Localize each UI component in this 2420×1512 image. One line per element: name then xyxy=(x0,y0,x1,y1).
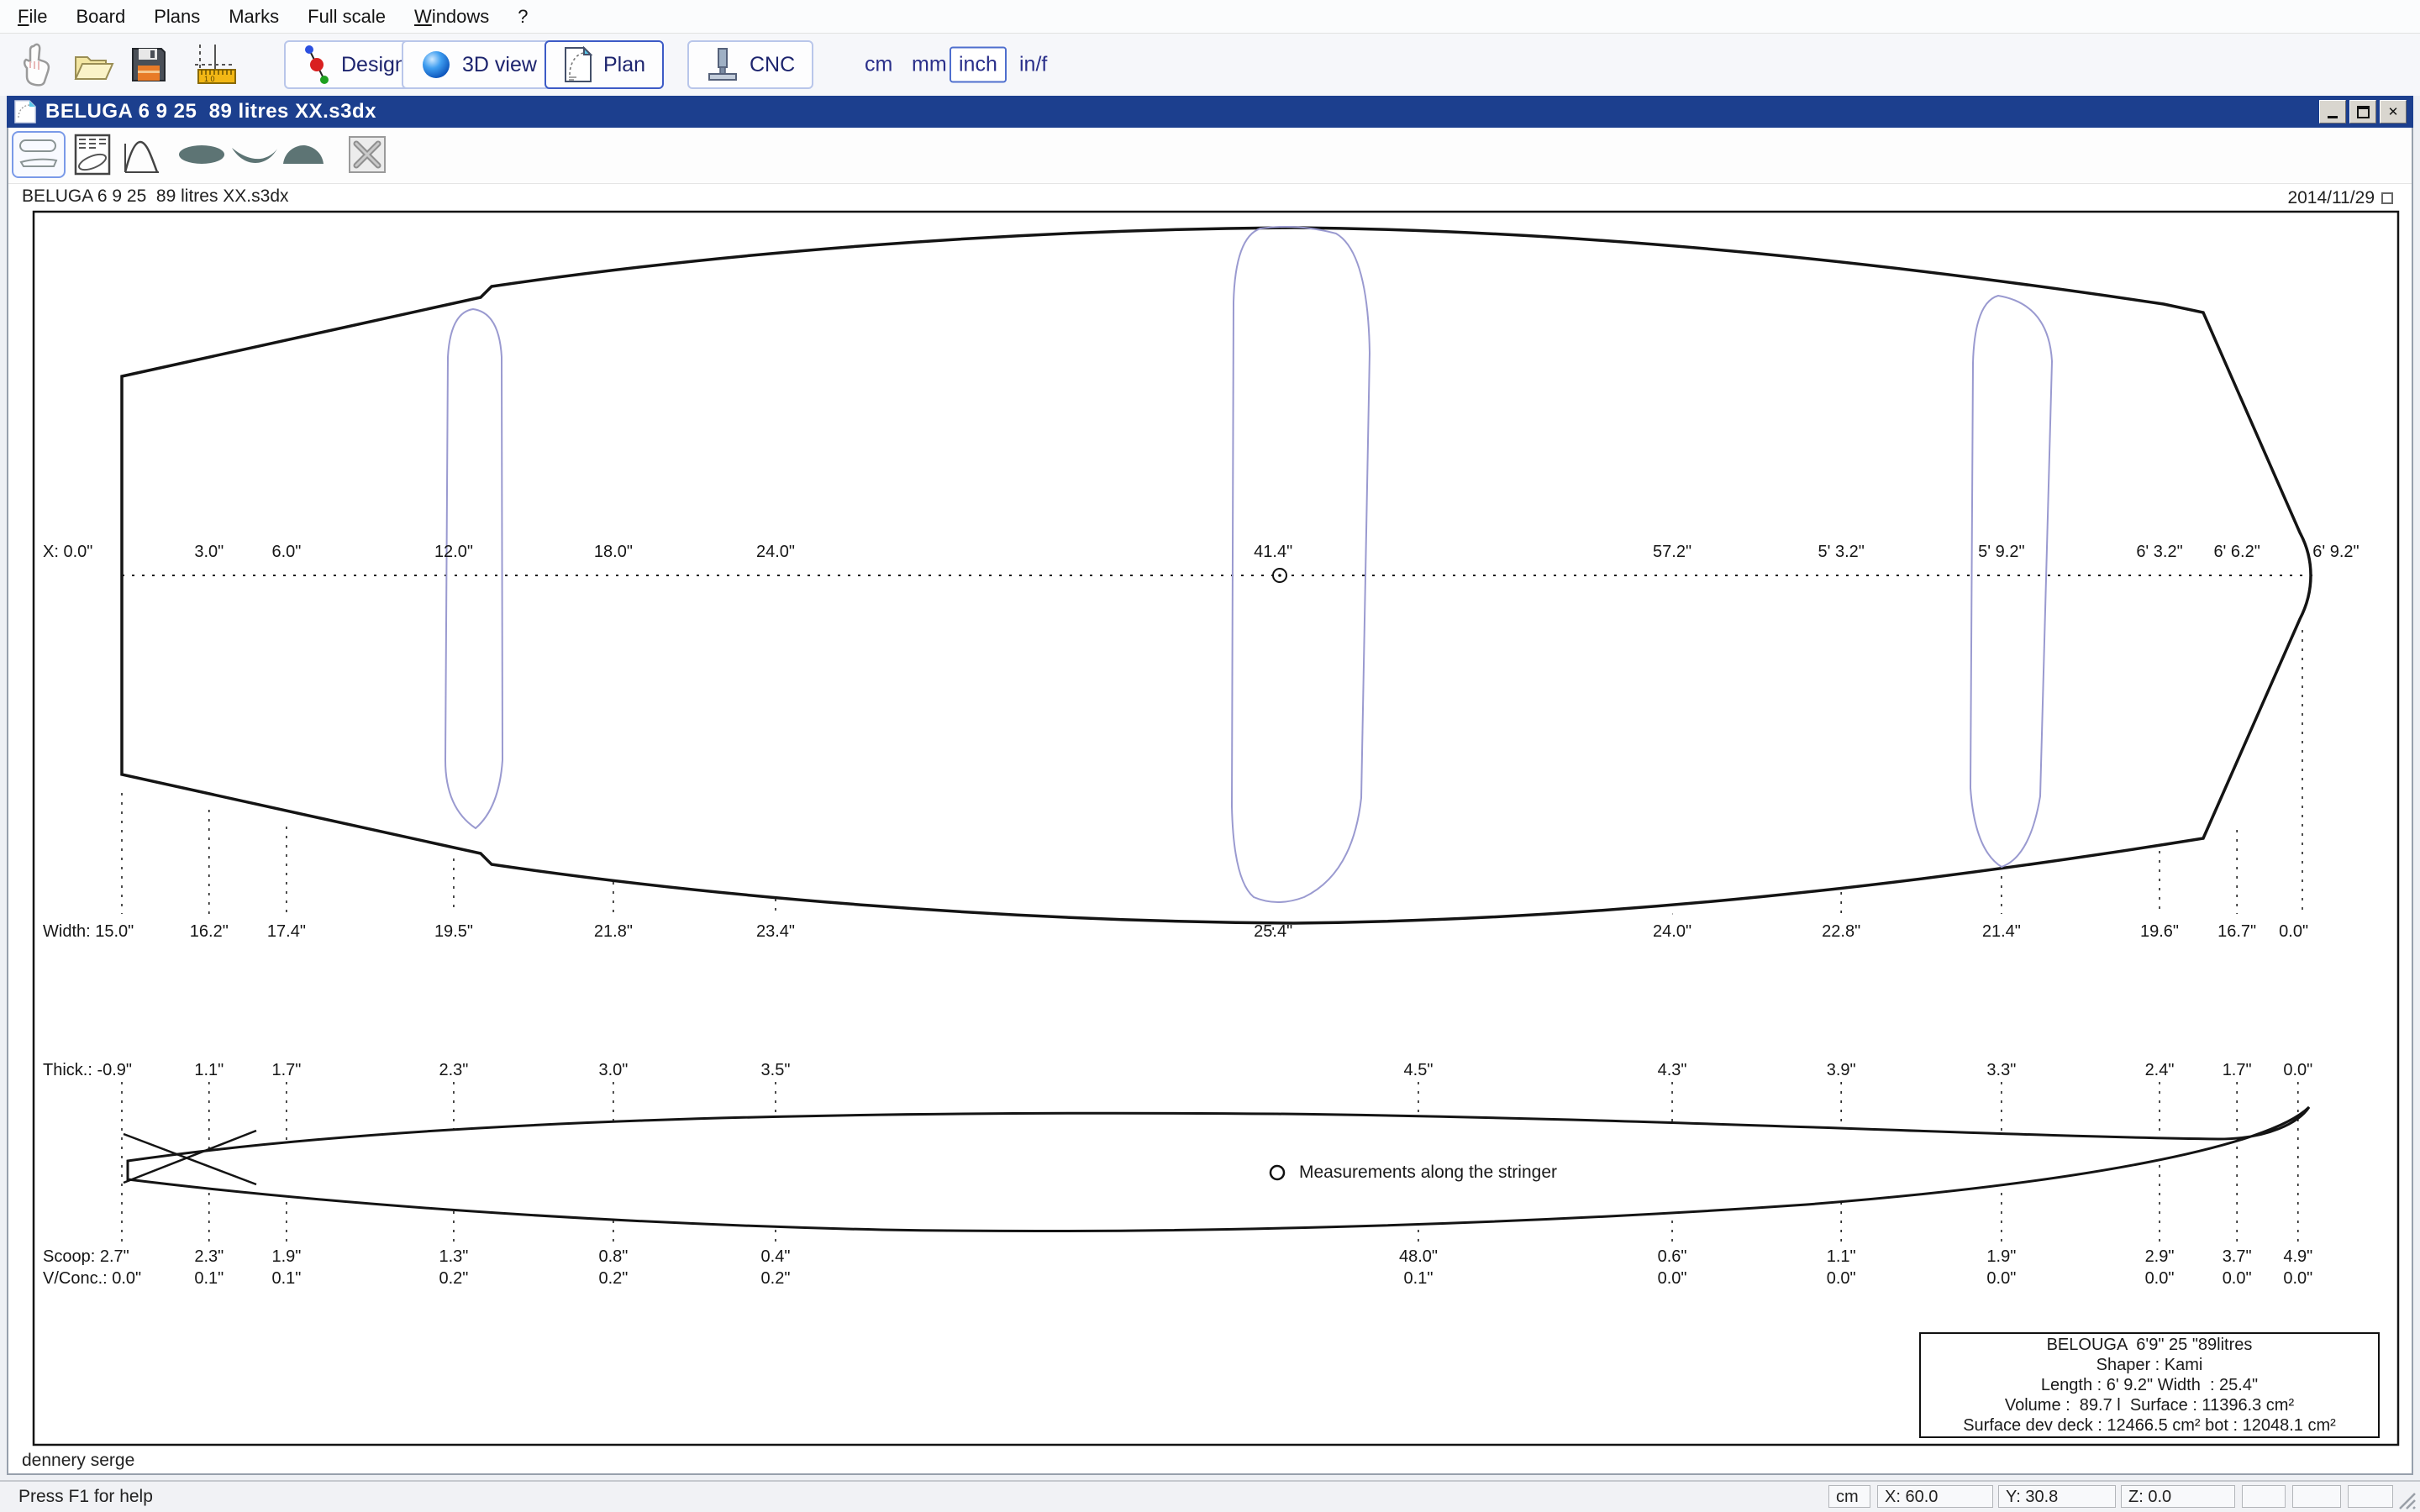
status-z: Z: 0.0 xyxy=(2121,1485,2235,1508)
plan-document-icon xyxy=(563,46,593,83)
status-empty-3 xyxy=(2348,1485,2393,1508)
design-button-label: Design xyxy=(341,53,407,77)
window-title: BELUGA 6 9 25 89 litres XX.s3dx xyxy=(45,100,376,123)
document-title: BELUGA 6 9 25 89 litres XX.s3dx xyxy=(22,186,289,207)
board-window xyxy=(7,96,2413,1475)
status-y: Y: 30.8 xyxy=(1998,1485,2116,1508)
status-unit: cm xyxy=(1828,1485,1870,1508)
info-line-shaper: Shaper : Kami xyxy=(1921,1355,2378,1375)
thickness-view-icon[interactable] xyxy=(279,131,328,178)
foil-curve-icon[interactable] xyxy=(121,131,163,178)
status-empty-2 xyxy=(2292,1485,2341,1508)
info-line-volume: Volume : 89.7 l Surface : 11396.3 cm² xyxy=(1921,1395,2378,1415)
cnc-button[interactable]: CNC xyxy=(687,40,813,89)
main-toolbar: 1 0 Design 3D view xyxy=(0,34,2420,96)
menu-help[interactable]: ? xyxy=(503,6,542,28)
author-name: dennery serge xyxy=(22,1451,134,1471)
plan-view-button[interactable]: Plan xyxy=(544,40,664,89)
menu-full-scale[interactable]: Full scale xyxy=(293,6,400,28)
stringer-note: Measurements along the stringer xyxy=(1299,1163,1557,1183)
unit-cm[interactable]: cm xyxy=(855,47,902,83)
status-empty-1 xyxy=(2242,1485,2286,1508)
menu-bar: File Board Plans Marks Full scale Window… xyxy=(0,0,2420,34)
spec-sheet-icon[interactable] xyxy=(71,131,114,178)
hand-pointer-icon[interactable] xyxy=(18,43,55,87)
view-toolbar xyxy=(8,128,2412,184)
unit-inf[interactable]: in/f xyxy=(1010,47,1056,83)
open-folder-icon[interactable] xyxy=(72,45,114,84)
menu-windows[interactable]: Windows xyxy=(400,6,503,28)
sphere-3d-icon xyxy=(420,49,452,81)
status-help: Press F1 for help xyxy=(18,1487,153,1507)
save-icon[interactable] xyxy=(129,45,168,84)
unit-inch[interactable]: inch xyxy=(950,47,1007,83)
date-checkbox[interactable] xyxy=(2381,192,2393,204)
info-line-title: BELOUGA 6'9" 25 "89litres xyxy=(1921,1335,2378,1355)
plan-button-label: Plan xyxy=(603,53,645,77)
maximize-button[interactable] xyxy=(2349,100,2376,123)
cnc-mill-icon xyxy=(706,47,739,82)
unit-mm[interactable]: mm xyxy=(902,47,956,83)
resize-grip-icon[interactable] xyxy=(2398,1492,2417,1510)
board-info-box: BELOUGA 6'9" 25 "89litres Shaper : Kami … xyxy=(1919,1332,2380,1438)
close-button[interactable]: ✕ xyxy=(2380,100,2407,123)
menu-board[interactable]: Board xyxy=(61,6,139,28)
document-date: 2014/11/29 xyxy=(2218,188,2375,208)
design-nodes-icon xyxy=(302,45,331,85)
info-line-dims: Length : 6' 9.2" Width : 25.4" xyxy=(1921,1375,2378,1395)
rocker-view-icon[interactable] xyxy=(229,131,281,178)
3d-view-button-label: 3D view xyxy=(462,53,537,77)
board-views-icon[interactable] xyxy=(12,131,66,178)
minimize-button[interactable] xyxy=(2319,100,2346,123)
3d-view-button[interactable]: 3D view xyxy=(402,40,555,89)
ruler-icon[interactable]: 1 0 xyxy=(193,43,239,87)
status-x: X: 60.0 xyxy=(1877,1485,1993,1508)
status-bar: Press F1 for help cm X: 60.0 Y: 30.8 Z: … xyxy=(0,1480,2420,1512)
outline-view-icon[interactable] xyxy=(175,131,229,178)
window-titlebar: BELUGA 6 9 25 89 litres XX.s3dx ✕ xyxy=(7,96,2413,128)
application-window: File Board Plans Marks Full scale Window… xyxy=(0,0,2420,1512)
excel-export-icon[interactable] xyxy=(345,131,390,178)
info-line-surface: Surface dev deck : 12466.5 cm² bot : 120… xyxy=(1921,1415,2378,1436)
menu-marks[interactable]: Marks xyxy=(214,6,293,28)
menu-file[interactable]: File xyxy=(3,6,61,28)
cnc-button-label: CNC xyxy=(750,53,795,77)
menu-plans[interactable]: Plans xyxy=(139,6,214,28)
document-icon xyxy=(13,99,37,124)
svg-text:1 0: 1 0 xyxy=(204,75,215,83)
